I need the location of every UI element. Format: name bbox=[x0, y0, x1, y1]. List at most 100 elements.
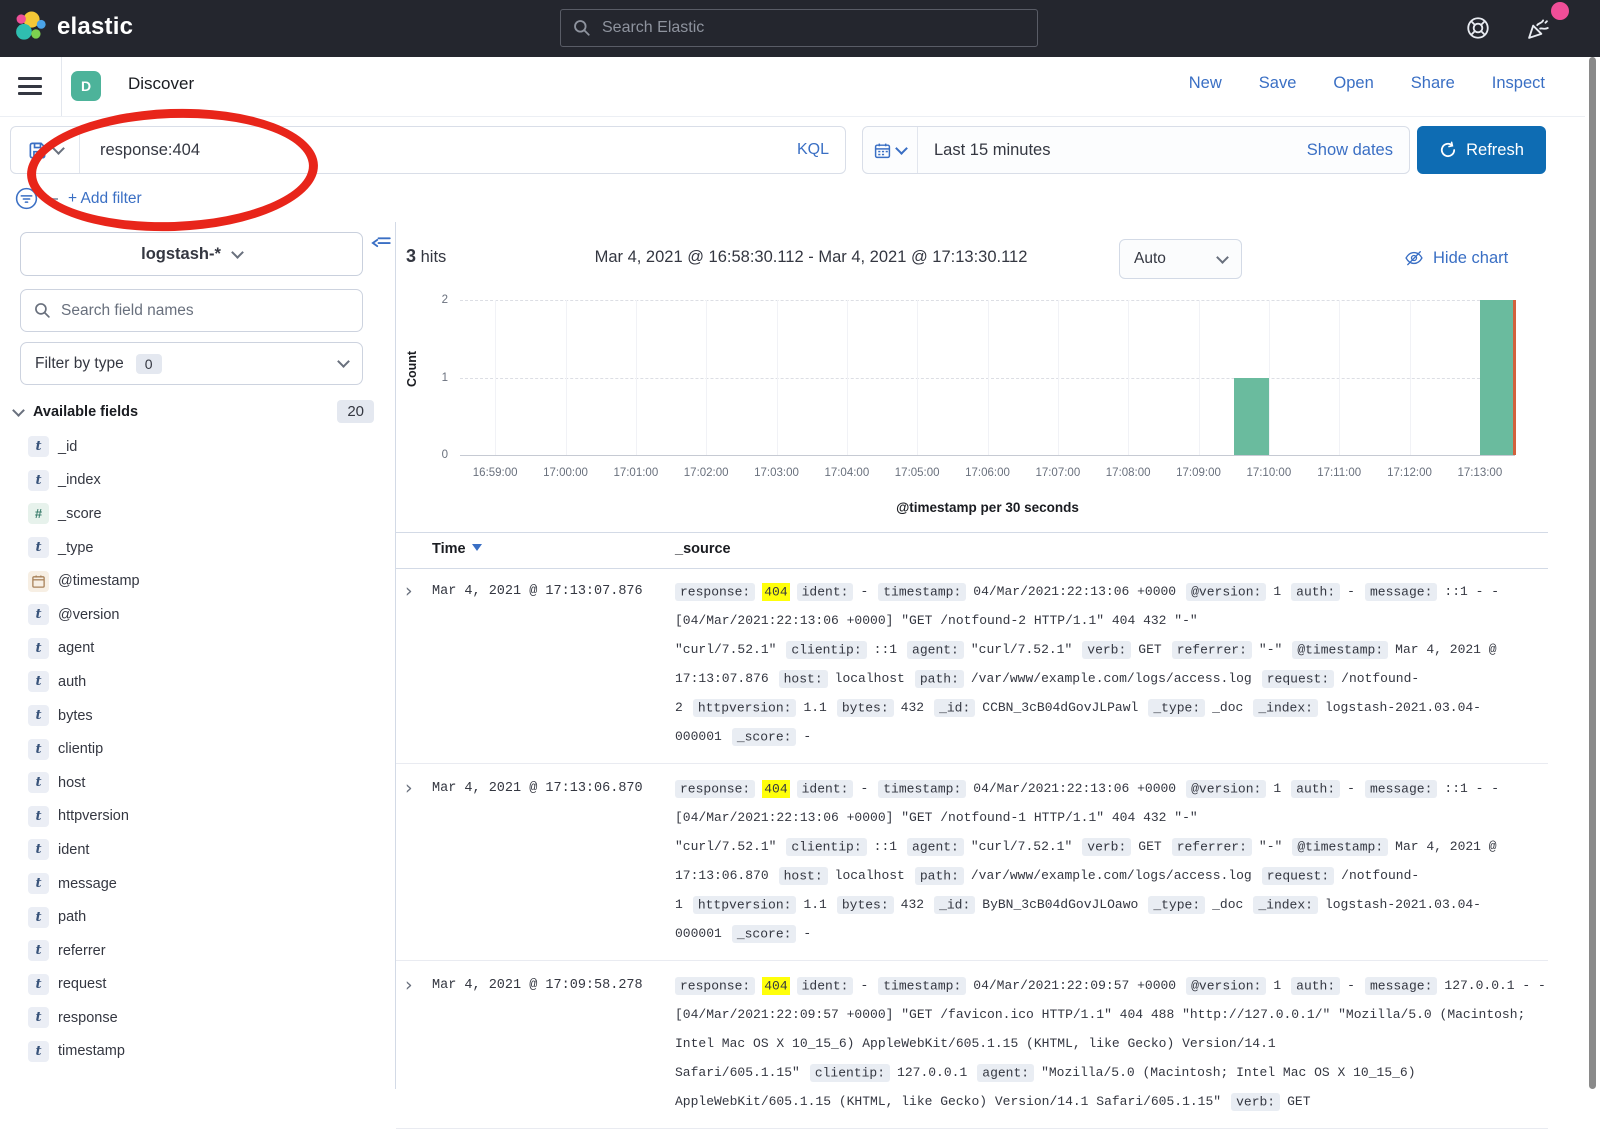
hide-chart-link[interactable]: Hide chart bbox=[1404, 248, 1508, 268]
field-search-placeholder: Search field names bbox=[61, 302, 194, 320]
global-search-input[interactable]: Search Elastic bbox=[560, 9, 1038, 47]
field-chip: _score: bbox=[732, 925, 797, 943]
field-value: CCBN_3cB04dGovJLPawl bbox=[982, 700, 1138, 715]
text-field-icon: t bbox=[28, 638, 49, 659]
action-save[interactable]: Save bbox=[1259, 74, 1297, 93]
field-chip: verb: bbox=[1082, 838, 1131, 856]
field-item-message[interactable]: tmessage bbox=[0, 867, 380, 901]
field-chip: host: bbox=[779, 670, 828, 688]
saved-query-menu[interactable] bbox=[11, 127, 80, 173]
refresh-label: Refresh bbox=[1466, 141, 1524, 160]
field-chip: clientip: bbox=[810, 1064, 890, 1082]
top-menu-actions: New Save Open Share Inspect bbox=[1189, 74, 1545, 93]
available-fields-header[interactable]: Available fields 20 bbox=[14, 400, 374, 423]
date-quick-menu[interactable] bbox=[863, 127, 918, 173]
field-value: GET bbox=[1287, 1094, 1310, 1109]
row-source: response:404ident:-timestamp:04/Mar/2021… bbox=[675, 774, 1548, 948]
notification-dot bbox=[1551, 2, 1569, 20]
expand-row-icon[interactable]: › bbox=[396, 577, 432, 751]
field-value: _doc bbox=[1212, 897, 1243, 912]
interval-value: Auto bbox=[1134, 250, 1166, 268]
y-tick: 1 bbox=[442, 372, 448, 384]
field-value: 1 bbox=[1273, 781, 1281, 796]
field-chip: @version: bbox=[1186, 583, 1266, 601]
histogram-bar-17:09:30[interactable] bbox=[1234, 378, 1269, 456]
histogram-bar-17:13:00[interactable] bbox=[1480, 300, 1515, 455]
scrollbar-thumb[interactable] bbox=[1589, 57, 1596, 1089]
time-range-value[interactable]: Last 15 minutes bbox=[918, 141, 1307, 160]
help-icon[interactable] bbox=[1463, 13, 1493, 43]
field-chip: response: bbox=[675, 977, 755, 995]
field-chip: ident: bbox=[797, 780, 854, 798]
field-item-host[interactable]: thost bbox=[0, 766, 380, 800]
discover-app-badge[interactable]: D bbox=[71, 71, 101, 101]
news-party-popper-icon[interactable] bbox=[1524, 13, 1554, 43]
document-table: ›Mar 4, 2021 @ 17:13:07.876response:404i… bbox=[396, 567, 1548, 1129]
add-filter-link[interactable]: + Add filter bbox=[68, 190, 142, 208]
action-open[interactable]: Open bbox=[1333, 74, 1373, 93]
field-item-response[interactable]: tresponse bbox=[0, 1001, 380, 1035]
highlighted-value: 404 bbox=[762, 780, 789, 798]
field-item-httpversion[interactable]: thttpversion bbox=[0, 800, 380, 834]
histogram-chart[interactable]: 01216:59:0017:00:0017:01:0017:02:0017:03… bbox=[460, 300, 1515, 456]
field-item-referrer[interactable]: treferrer bbox=[0, 934, 380, 968]
page-scrollbar[interactable] bbox=[1585, 57, 1600, 1089]
field-item-timestamp[interactable]: ttimestamp bbox=[0, 1035, 380, 1069]
action-share[interactable]: Share bbox=[1411, 74, 1455, 93]
menu-hamburger-icon[interactable] bbox=[18, 77, 42, 95]
search-icon bbox=[34, 302, 51, 319]
expand-row-icon[interactable]: › bbox=[396, 774, 432, 948]
interval-select[interactable]: Auto bbox=[1119, 239, 1242, 279]
field-item-_index[interactable]: t_index bbox=[0, 464, 380, 498]
elastic-logo-icon bbox=[14, 10, 48, 44]
field-item-@version[interactable]: t@version bbox=[0, 598, 380, 632]
field-item-_type[interactable]: t_type bbox=[0, 531, 380, 565]
query-input[interactable]: response:404 bbox=[80, 141, 797, 160]
column-header-source[interactable]: _source bbox=[675, 541, 731, 557]
field-name: path bbox=[58, 909, 86, 925]
table-row: ›Mar 4, 2021 @ 17:13:06.870response:404i… bbox=[396, 764, 1548, 961]
field-item-_score[interactable]: #_score bbox=[0, 497, 380, 531]
field-item-path[interactable]: tpath bbox=[0, 900, 380, 934]
chevron-down-icon bbox=[337, 355, 350, 368]
field-item-clientip[interactable]: tclientip bbox=[0, 732, 380, 766]
field-value: localhost bbox=[835, 671, 905, 686]
column-header-time[interactable]: Time bbox=[432, 541, 482, 557]
expand-row-icon[interactable]: › bbox=[396, 971, 432, 1116]
available-fields-label: Available fields bbox=[33, 404, 138, 420]
field-item-ident[interactable]: tident bbox=[0, 833, 380, 867]
field-item-auth[interactable]: tauth bbox=[0, 665, 380, 699]
x-axis-title: @timestamp per 30 seconds bbox=[460, 500, 1515, 515]
field-chip: message: bbox=[1365, 583, 1437, 601]
text-field-icon: t bbox=[28, 772, 49, 793]
action-inspect[interactable]: Inspect bbox=[1492, 74, 1545, 93]
field-item-agent[interactable]: tagent bbox=[0, 632, 380, 666]
query-language-label[interactable]: KQL bbox=[797, 141, 845, 159]
field-chip: @timestamp: bbox=[1292, 838, 1388, 856]
field-chip: timestamp: bbox=[878, 583, 966, 601]
field-item-_id[interactable]: t_id bbox=[0, 430, 380, 464]
field-item-bytes[interactable]: tbytes bbox=[0, 699, 380, 733]
collapse-sidebar-icon[interactable] bbox=[371, 234, 391, 252]
field-value: 04/Mar/2021:22:09:57 +0000 bbox=[973, 978, 1176, 993]
field-item-@timestamp[interactable]: @timestamp bbox=[0, 564, 380, 598]
field-chip: @version: bbox=[1186, 977, 1266, 995]
field-item-request[interactable]: trequest bbox=[0, 968, 380, 1002]
field-chip: clientip: bbox=[786, 838, 866, 856]
index-pattern-selector[interactable]: logstash-* bbox=[20, 232, 363, 276]
refresh-button[interactable]: Refresh bbox=[1417, 126, 1546, 174]
date-field-icon bbox=[28, 571, 49, 592]
x-tick: 17:00:00 bbox=[543, 467, 588, 479]
text-field-icon: t bbox=[28, 839, 49, 860]
calendar-icon bbox=[874, 142, 891, 159]
field-search-input[interactable]: Search field names bbox=[20, 289, 363, 332]
filter-menu-icon[interactable] bbox=[14, 186, 39, 211]
field-value: GET bbox=[1138, 642, 1161, 657]
show-dates-link[interactable]: Show dates bbox=[1307, 141, 1409, 160]
field-name: _id bbox=[58, 439, 77, 455]
filter-by-type-dropdown[interactable]: Filter by type 0 bbox=[20, 342, 363, 385]
action-new[interactable]: New bbox=[1189, 74, 1222, 93]
header-divider bbox=[61, 57, 62, 116]
field-name: httpversion bbox=[58, 808, 129, 824]
save-query-icon bbox=[28, 141, 47, 160]
